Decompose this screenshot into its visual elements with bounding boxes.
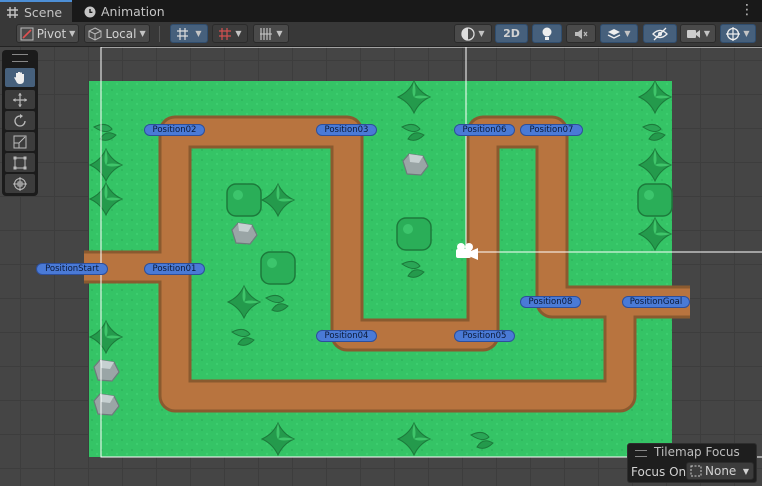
hand-icon — [14, 72, 24, 84]
scene-viewport[interactable]: Position02 Position03 Position06 Position07… — [0, 47, 762, 486]
round-bush — [396, 217, 432, 251]
tilemap-focus-title: Tilemap Focus — [654, 445, 740, 459]
2d-mode-label: 2D — [503, 27, 520, 40]
grid-snap-icon — [177, 27, 189, 40]
tab-animation[interactable]: Animation — [77, 1, 175, 22]
overlay-grip-icon[interactable] — [635, 450, 647, 457]
shading-icon — [461, 26, 476, 41]
chevron-down-icon: ▼ — [743, 29, 750, 38]
dotted-rect-icon — [690, 465, 702, 477]
move-tool-button[interactable] — [5, 90, 35, 109]
hand-tool-button[interactable] — [5, 68, 35, 87]
speaker-muted-icon — [575, 28, 588, 39]
tilemap-canvas — [84, 47, 762, 458]
eye-slash-icon — [652, 27, 668, 40]
layers-icon — [608, 28, 621, 39]
cube-icon — [88, 26, 102, 41]
rect-transform-icon — [13, 156, 27, 169]
waypoint-label[interactable]: Position08 — [520, 296, 581, 308]
chevron-down-icon: ▼ — [276, 29, 283, 38]
more-options-icon[interactable]: ⋮ — [740, 3, 754, 17]
rotate-icon — [14, 113, 26, 127]
pivot-label: Pivot — [36, 26, 67, 41]
pivot-dropdown[interactable]: Pivot ▼ — [16, 24, 79, 43]
waypoint-label[interactable]: Position03 — [316, 124, 377, 136]
gizmos-dropdown[interactable]: ▼ — [720, 24, 756, 43]
focus-on-dropdown[interactable]: None ▼ — [686, 462, 754, 480]
hidden-objects-toggle[interactable] — [643, 24, 677, 43]
tools-panel — [2, 50, 38, 196]
grid-snap-toggle[interactable]: ▼ — [170, 24, 208, 43]
toolbar-divider — [159, 26, 160, 42]
transform-tool-button[interactable] — [5, 174, 35, 193]
chevron-down-icon: ▼ — [742, 466, 749, 476]
transform-icon — [13, 176, 27, 191]
waypoint-label[interactable]: Position01 — [144, 263, 205, 275]
increment-snap-toggle[interactable]: ▼ — [212, 24, 248, 43]
tab-animation-label: Animation — [101, 4, 165, 19]
waypoint-label[interactable]: Position04 — [316, 330, 377, 342]
move-arrows-icon — [13, 92, 27, 107]
focus-on-value: None — [705, 464, 737, 478]
chevron-down-icon: ▼ — [478, 29, 485, 38]
waypoint-label[interactable]: PositionStart — [36, 263, 108, 275]
chevron-down-icon: ▼ — [195, 29, 202, 38]
pivot-icon — [20, 27, 34, 40]
increment-snap-icon — [219, 27, 232, 40]
gizmo-icon — [726, 26, 741, 41]
waypoint-label[interactable]: Position07 — [520, 124, 583, 136]
waypoint-label[interactable]: Position06 — [454, 124, 515, 136]
scale-tool-button[interactable] — [5, 132, 35, 151]
draw-mode-dropdown[interactable]: ▼ — [454, 24, 492, 43]
panel-grip-icon[interactable] — [12, 54, 28, 62]
tab-bar: Scene Animation ⋮ — [0, 0, 762, 23]
tilemap-focus-overlay: Tilemap Focus Focus On None ▼ — [627, 443, 757, 483]
chevron-down-icon: ▼ — [69, 29, 76, 38]
scene-toolbar: Pivot ▼ Local ▼ ▼ ▼ ▼ ▼ 2D ▼ ▼ ▼ — [0, 22, 762, 47]
round-bush — [637, 183, 673, 217]
effects-dropdown[interactable]: ▼ — [600, 24, 638, 43]
light-bulb-icon — [542, 27, 552, 40]
tab-scene[interactable]: Scene — [0, 0, 73, 23]
chevron-down-icon: ▼ — [703, 29, 711, 38]
rotate-tool-button[interactable] — [5, 111, 35, 130]
waypoint-label[interactable]: Position05 — [454, 330, 515, 342]
chevron-down-icon: ▼ — [139, 29, 146, 38]
rect-tool-button[interactable] — [5, 153, 35, 172]
hash-icon — [6, 6, 19, 19]
local-dropdown[interactable]: Local ▼ — [84, 24, 150, 43]
video-camera-icon — [686, 29, 700, 38]
lighting-toggle[interactable] — [532, 24, 562, 43]
grid-icon — [260, 27, 273, 40]
clock-icon — [83, 5, 96, 18]
2d-mode-toggle[interactable]: 2D — [495, 24, 528, 43]
scale-icon — [13, 135, 27, 148]
grid-visibility-toggle[interactable]: ▼ — [253, 24, 289, 43]
camera-dropdown[interactable]: ▼ — [680, 24, 716, 43]
waypoint-label[interactable]: PositionGoal — [622, 296, 690, 308]
round-bush — [260, 251, 296, 285]
tab-scene-label: Scene — [24, 5, 63, 20]
focus-on-label: Focus On — [631, 465, 687, 479]
audio-toggle[interactable] — [566, 24, 596, 43]
round-bush — [226, 183, 262, 217]
chevron-down-icon: ▼ — [624, 29, 631, 38]
waypoint-label[interactable]: Position02 — [144, 124, 205, 136]
chevron-down-icon: ▼ — [235, 29, 242, 38]
local-label: Local — [105, 26, 137, 41]
